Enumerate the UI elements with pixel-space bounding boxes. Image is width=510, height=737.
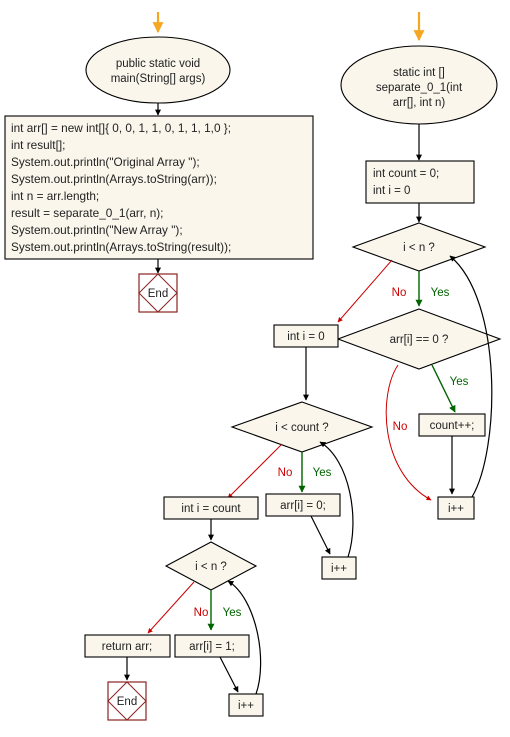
code-line-1: int arr[] = new int[]{ 0, 0, 1, 1, 0, 1,…: [11, 121, 231, 135]
code-line-4: System.out.println(Arrays.toString(arr))…: [11, 172, 217, 186]
return-arr-label: return arr;: [102, 641, 153, 653]
edge-loop1-no: [337, 259, 393, 323]
label-loop1-no: No: [392, 287, 407, 299]
node-return-arr[interactable]: return arr;: [84, 634, 171, 658]
func-start-line1: static int []: [393, 67, 445, 79]
edge-assignone-to-incr3: [219, 656, 239, 693]
node-decision-i-lt-n-2[interactable]: i < n ?: [164, 541, 258, 591]
node-main-code-block[interactable]: int arr[] = new int[]{ 0, 0, 1, 1, 0, 1,…: [4, 115, 314, 260]
count-inc-label: count++;: [430, 420, 475, 432]
main-end-label: End: [148, 288, 168, 300]
code-line-6: result = separate_0_1(arr, n);: [11, 206, 163, 220]
init-count-line2: int i = 0: [373, 185, 410, 197]
node-func-end[interactable]: End: [107, 681, 147, 721]
code-line-8: System.out.println(Arrays.toString(resul…: [11, 240, 231, 254]
code-line-7: System.out.println("New Array ");: [11, 223, 183, 237]
node-main-start[interactable]: public static void main(String[] args): [85, 36, 231, 104]
code-line-5: int n = arr.length;: [11, 189, 99, 203]
node-decision-arr-eq-zero[interactable]: arr[i] == 0 ?: [336, 308, 502, 370]
func-start-line2: separate_0_1(int: [376, 82, 463, 94]
func-end-label: End: [117, 696, 137, 708]
decision-n2-label: i < n ?: [195, 561, 227, 573]
main-start-line2: main(String[] args): [111, 73, 206, 85]
node-init-i-count[interactable]: int i = count: [163, 496, 259, 520]
node-main-end[interactable]: End: [138, 273, 178, 313]
edge-zero-yes: [431, 364, 456, 413]
assign-one-label: arr[i] = 1;: [189, 641, 235, 653]
edge-count-no: [227, 443, 283, 499]
incr2-label: i++: [331, 563, 347, 575]
decision-count-label: i < count ?: [275, 422, 328, 434]
label-count-no: No: [278, 467, 293, 479]
main-start-line1: public static void: [116, 58, 200, 70]
node-decision-i-lt-n-1[interactable]: i < n ?: [351, 222, 487, 272]
edge-assignzero-to-incr2: [310, 515, 331, 555]
label-zero-yes: Yes: [450, 376, 469, 388]
code-line-2: int result[];: [11, 138, 65, 152]
node-incr-1[interactable]: i++: [437, 496, 475, 520]
label-loop1-yes: Yes: [431, 287, 450, 299]
node-init-i-zero[interactable]: int i = 0: [273, 324, 339, 348]
node-assign-one[interactable]: arr[i] = 1;: [174, 634, 250, 658]
code-line-3: System.out.println("Original Array ");: [11, 155, 200, 169]
node-count-increment[interactable]: count++;: [418, 413, 486, 437]
node-incr-2[interactable]: i++: [321, 556, 357, 580]
decision-loop1-label: i < n ?: [403, 242, 435, 254]
flowchart-canvas: public static void main(String[] args) i…: [0, 0, 510, 737]
node-decision-i-lt-count[interactable]: i < count ?: [230, 401, 374, 453]
node-assign-zero[interactable]: arr[i] = 0;: [265, 493, 341, 517]
node-incr-3[interactable]: i++: [228, 693, 264, 717]
init-i-label: int i = 0: [287, 331, 324, 343]
incr3-label: i++: [238, 700, 254, 712]
label-zero-no: No: [393, 421, 408, 433]
label-count-yes: Yes: [313, 467, 332, 479]
label-n2-no: No: [194, 607, 209, 619]
init-count-line1: int count = 0;: [373, 168, 439, 180]
label-n2-yes: Yes: [223, 607, 242, 619]
node-func-start[interactable]: static int [] separate_0_1(int arr[], in…: [340, 45, 498, 125]
func-start-line3: arr[], int n): [393, 97, 446, 109]
decision-zero-label: arr[i] == 0 ?: [390, 334, 449, 346]
incr1-label: i++: [448, 503, 464, 515]
edge-n2-no: [147, 581, 195, 634]
assign-zero-label: arr[i] = 0;: [280, 500, 326, 512]
init-i-count-label: int i = count: [181, 503, 241, 515]
node-init-count[interactable]: int count = 0; int i = 0: [365, 160, 475, 204]
